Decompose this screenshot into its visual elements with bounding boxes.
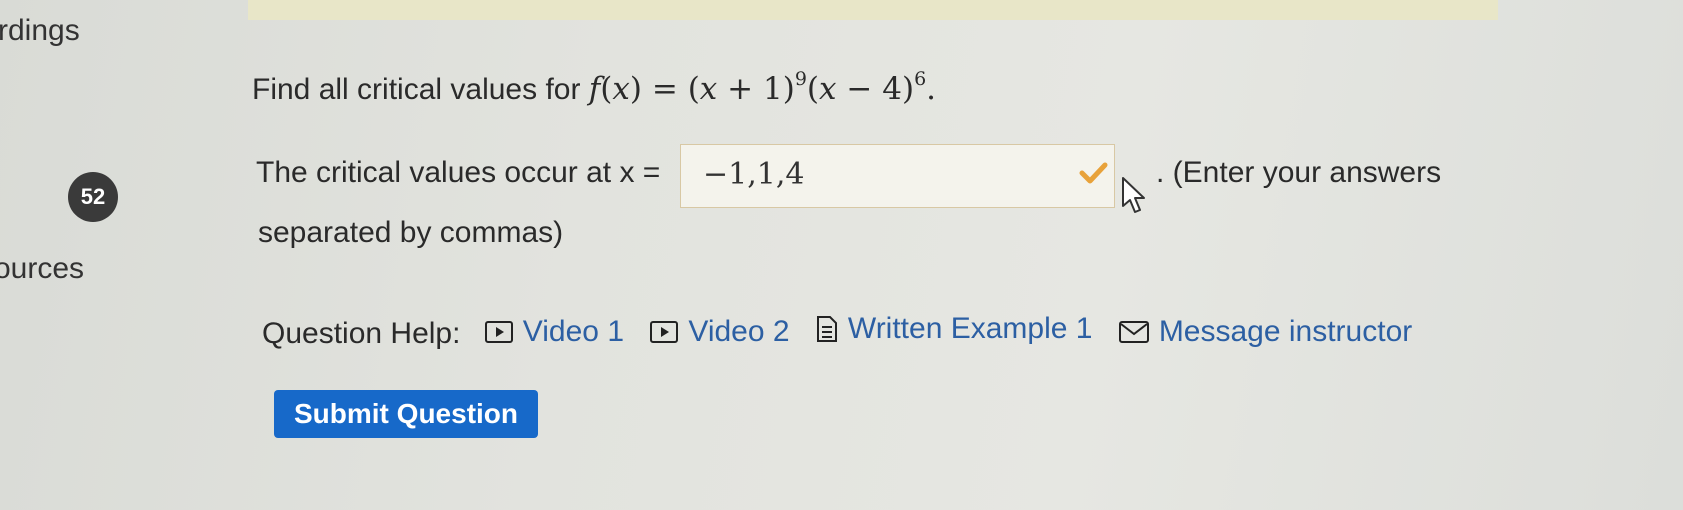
top-banner	[248, 0, 1498, 20]
math-eq: =	[651, 71, 678, 107]
video-icon	[484, 321, 513, 343]
math-open: (	[687, 71, 700, 107]
math-period: .	[926, 71, 937, 107]
video-1-link[interactable]: Video 1	[484, 315, 624, 349]
answer-input[interactable]: −1,1,4	[680, 144, 1115, 208]
question-help: Question Help: Video 1 Video 2 Written E…	[262, 312, 1430, 351]
mouse-pointer-icon	[1122, 177, 1145, 213]
math-exponent-2: 6	[914, 68, 927, 90]
correct-check-icon	[1079, 162, 1108, 184]
question-prompt: Find all critical values for f(x) = (x +…	[252, 68, 936, 107]
submit-question-button[interactable]: Submit Question	[274, 390, 538, 438]
math-exponent-1: 9	[794, 68, 807, 90]
video-1-label[interactable]: Video 1	[523, 315, 624, 349]
video-2-link[interactable]: Video 2	[650, 315, 790, 349]
math-x: x	[612, 71, 630, 107]
sidebar-resources-label[interactable]: ources	[0, 252, 84, 286]
math-x: x	[699, 71, 718, 107]
math-x: x	[819, 71, 837, 107]
math-one: 1	[762, 71, 783, 107]
math-four: 4	[882, 71, 902, 107]
math-open: (	[806, 71, 820, 107]
math-f: f	[588, 71, 601, 107]
math-close: )	[782, 71, 795, 107]
math-minus: −	[846, 71, 873, 107]
math-close: )	[629, 71, 642, 107]
video-icon	[650, 321, 679, 343]
prompt-text: Find all critical values for	[252, 73, 581, 106]
written-example-label[interactable]: Written Example 1	[848, 312, 1093, 346]
written-example-link[interactable]: Written Example 1	[816, 312, 1093, 346]
math-close: )	[901, 71, 915, 107]
document-icon	[816, 316, 837, 342]
answer-value[interactable]: −1,1,4	[703, 157, 804, 192]
question-number-badge: 52	[68, 172, 118, 222]
math-plus: +	[727, 71, 754, 107]
answer-hint-line2: separated by commas)	[258, 216, 564, 249]
math-open: (	[600, 71, 613, 107]
message-instructor-label[interactable]: Message instructor	[1159, 315, 1412, 349]
answer-prefix: The critical values occur at x =	[256, 156, 661, 189]
function-expression: f(x) = (x + 1)9(x − 4)6.	[588, 68, 937, 107]
video-2-label[interactable]: Video 2	[688, 315, 789, 349]
sidebar-records-label[interactable]: rdings	[0, 14, 80, 48]
answer-hint: . (Enter your answers	[1156, 156, 1442, 189]
help-label: Question Help:	[262, 317, 461, 350]
message-instructor-link[interactable]: Message instructor	[1118, 315, 1412, 349]
mail-icon	[1118, 321, 1149, 343]
